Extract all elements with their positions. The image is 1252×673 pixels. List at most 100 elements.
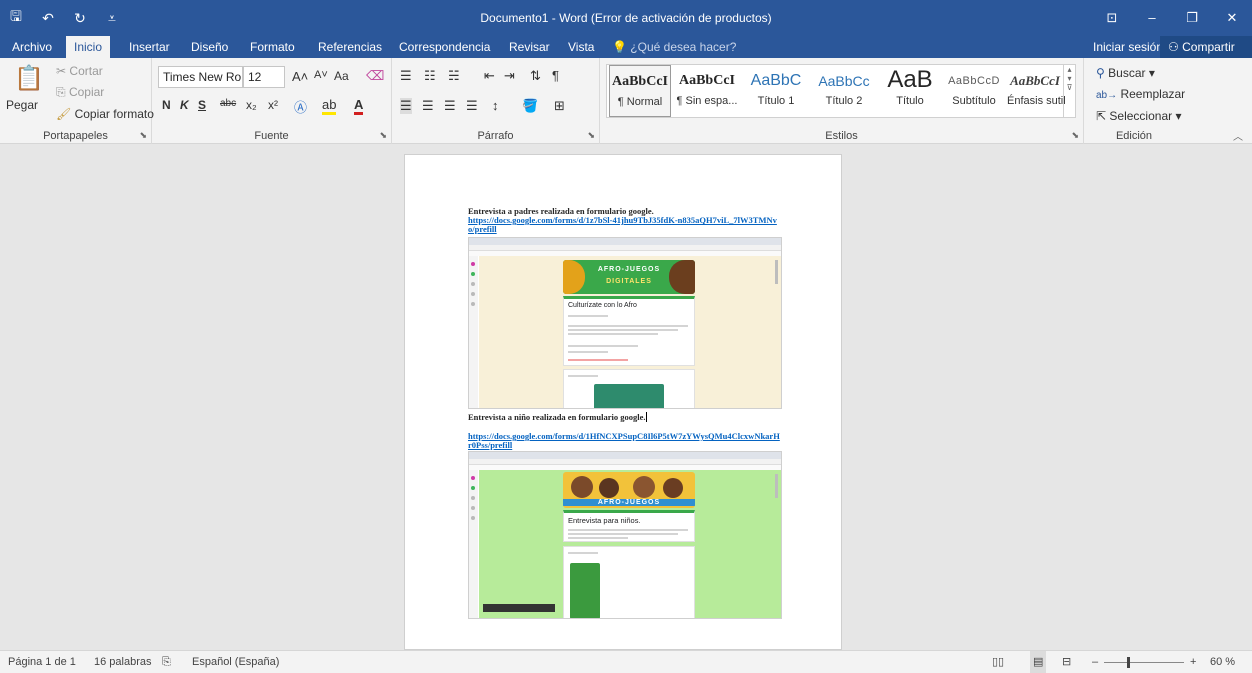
bullets-icon[interactable]: ☰ (400, 68, 412, 84)
text-line (568, 529, 688, 531)
close-icon[interactable]: ✕ (1212, 0, 1252, 36)
font-size-select[interactable]: 12 (243, 66, 285, 88)
tab-vista[interactable]: Vista (560, 36, 602, 58)
styles-scroll[interactable]: ▴ ▾ ⊽ (1063, 65, 1075, 117)
tab-archivo[interactable]: Archivo (4, 36, 60, 58)
tab-revisar[interactable]: Revisar (501, 36, 558, 58)
text-effects-icon[interactable]: Ⓐ (294, 97, 307, 116)
banner-title: AFRO-JUEGOS (563, 499, 695, 506)
underline-button[interactable]: S (198, 98, 206, 112)
font-launcher-icon[interactable]: ⬊ (379, 130, 387, 141)
italic-button[interactable]: K (180, 98, 189, 112)
align-center-icon[interactable]: ☰ (422, 98, 434, 114)
style-titulo-2[interactable]: AaBbCc Título 2 (811, 65, 877, 117)
borders-icon[interactable]: ⊞ (554, 98, 565, 114)
zoom-slider[interactable] (1104, 662, 1184, 663)
zoom-out-icon[interactable]: – (1092, 651, 1098, 673)
signin-link[interactable]: Iniciar sesión (1093, 36, 1163, 58)
tab-inicio[interactable]: Inicio (66, 36, 111, 58)
shrink-font-icon[interactable]: A˅ (314, 69, 328, 81)
word-count[interactable]: 16 palabras (94, 651, 152, 673)
subscript-button[interactable]: x₂ (246, 98, 257, 112)
numbering-icon[interactable]: ☷ (424, 68, 436, 84)
font-color-icon[interactable]: A (354, 97, 364, 115)
heading-nino-text: Entrevista a niño realizada en formulari… (468, 412, 646, 422)
align-right-icon[interactable]: ☰ (444, 98, 456, 114)
cut-button[interactable]: ✂ Cortar (56, 64, 103, 78)
decrease-indent-icon[interactable]: ⇤ (484, 68, 495, 84)
read-mode-icon[interactable]: ▯▯ (992, 651, 1004, 673)
find-button[interactable]: ⚲ Buscar ▾ (1096, 66, 1155, 80)
paste-icon[interactable]: 📋 (14, 64, 44, 93)
superscript-button[interactable]: x² (268, 98, 278, 112)
cut-label: Cortar (69, 64, 103, 78)
change-case-button[interactable]: Aa (334, 69, 349, 83)
scrollbar[interactable] (775, 474, 778, 498)
tab-diseno[interactable]: Diseño (183, 36, 236, 58)
bold-button[interactable]: N (162, 98, 171, 112)
font-family-select[interactable]: Times New Ro (158, 66, 243, 88)
editing-group-label: Edición (1115, 130, 1153, 142)
select-button[interactable]: ⇱ Seleccionar ▾ (1096, 109, 1181, 123)
share-label: Compartir (1182, 40, 1235, 54)
tell-me-box[interactable]: 💡 ¿Qué desea hacer? (612, 36, 736, 58)
tab-referencias[interactable]: Referencias (310, 36, 390, 58)
style-titulo-1[interactable]: AaBbC Título 1 (743, 65, 809, 117)
tab-correspondencia[interactable]: Correspondencia (391, 36, 498, 58)
browser-sidebar (469, 256, 478, 408)
style-preview: AaB (887, 66, 933, 93)
proofing-icon[interactable]: ⎘ (162, 651, 171, 673)
style-sin-espaciado[interactable]: AaBbCcI ¶ Sin espa... (673, 65, 741, 117)
restore-icon[interactable]: ❐ (1172, 0, 1212, 36)
page-count[interactable]: Página 1 de 1 (8, 651, 76, 673)
strikethrough-button[interactable]: abc (220, 98, 236, 109)
tab-formato[interactable]: Formato (242, 36, 303, 58)
clear-format-icon[interactable]: ⌫ (366, 68, 384, 84)
replace-button[interactable]: ab→ Reemplazar (1096, 87, 1185, 101)
cursor-icon: ⇱ (1096, 109, 1107, 123)
shading-icon[interactable]: 🪣 (522, 98, 538, 114)
justify-icon[interactable]: ☰ (466, 98, 478, 114)
styles-launcher-icon[interactable]: ⬊ (1071, 130, 1079, 141)
clipboard-launcher-icon[interactable]: ⬊ (139, 130, 147, 141)
editing-group: ⚲ Buscar ▾ ab→ Reemplazar ⇱ Seleccionar … (1084, 58, 1185, 144)
format-painter-button[interactable]: 🖌 Copiar formato (56, 107, 154, 121)
link-nino[interactable]: https://docs.google.com/forms/d/1HfNCXPS… (468, 432, 780, 450)
ribbon-display-icon[interactable]: ⊡ (1092, 0, 1132, 36)
pilcrow-icon[interactable]: ¶ (552, 68, 559, 83)
web-layout-icon[interactable]: ⊟ (1062, 651, 1071, 673)
align-left-icon[interactable]: ☰ (400, 98, 412, 114)
copy-button[interactable]: ⎘ Copiar (56, 85, 104, 100)
select-label: Seleccionar (1109, 109, 1173, 123)
highlight-icon[interactable]: ab (322, 97, 337, 115)
paste-button[interactable]: Pegar (6, 98, 38, 112)
language[interactable]: Español (España) (192, 651, 279, 673)
sidebar-dot (471, 302, 475, 306)
link-padres[interactable]: https://docs.google.com/forms/d/1z7bSl-4… (468, 216, 780, 234)
window-title: Documento1 - Word (Error de activación d… (480, 11, 772, 25)
form-card: Entrevista para niños. (563, 510, 695, 542)
style-enfasis-sutil[interactable]: AaBbCcI Énfasis sutil (1007, 65, 1066, 117)
zoom-slider-thumb[interactable] (1127, 657, 1130, 668)
tab-insertar[interactable]: Insertar (121, 36, 178, 58)
style-subtitulo[interactable]: AaBbCcD Subtítulo (943, 65, 1005, 117)
multilevel-list-icon[interactable]: ☵ (448, 68, 460, 84)
increase-indent-icon[interactable]: ⇥ (504, 68, 515, 84)
document-page[interactable]: Entrevista a padres realizada en formula… (404, 154, 842, 650)
zoom-in-icon[interactable]: + (1190, 651, 1196, 673)
line-spacing-icon[interactable]: ↕ (492, 98, 499, 113)
banner-child (663, 478, 683, 498)
scrollbar[interactable] (775, 260, 778, 284)
collapse-ribbon-icon[interactable]: ︿ (1233, 128, 1243, 143)
style-label: ¶ Normal (617, 96, 663, 108)
grow-font-icon[interactable]: A˄ (292, 69, 308, 84)
print-layout-icon[interactable]: ▤ (1030, 651, 1047, 673)
style-label: Subtítulo (952, 95, 996, 107)
paragraph-launcher-icon[interactable]: ⬊ (587, 130, 595, 141)
minimize-icon[interactable]: – (1132, 0, 1172, 36)
style-normal[interactable]: AaBbCcI ¶ Normal (609, 65, 671, 117)
sort-icon[interactable]: ⇅ (530, 68, 541, 84)
zoom-level[interactable]: 60 % (1210, 651, 1235, 673)
style-titulo[interactable]: AaB Título (879, 65, 941, 117)
share-button[interactable]: ⚇ Compartir (1160, 36, 1252, 58)
